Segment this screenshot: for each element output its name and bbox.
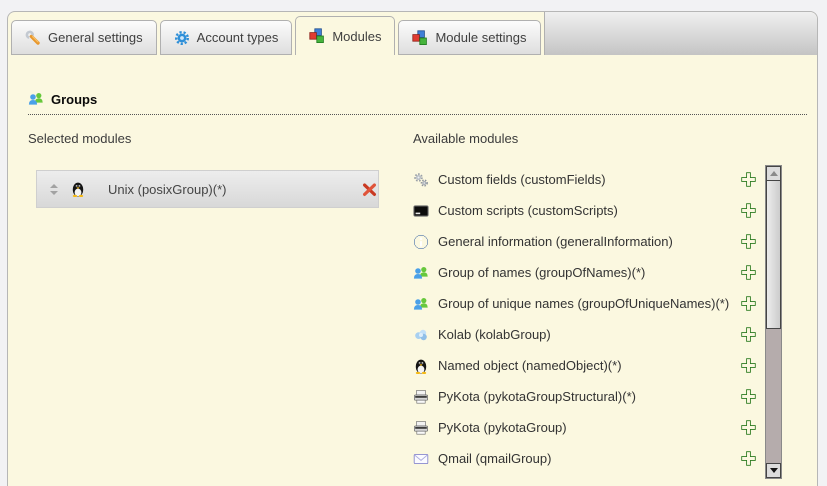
available-module-row: Custom scripts (customScripts): [413, 195, 757, 226]
add-module-button[interactable]: [740, 326, 757, 343]
add-module-button[interactable]: [740, 357, 757, 374]
scrollbar-thumb[interactable]: [766, 181, 781, 329]
tab-strip-filler: [544, 12, 817, 55]
available-module-row: Group of names (groupOfNames)(*): [413, 257, 757, 288]
drag-handle-icon[interactable]: [49, 184, 58, 195]
add-module-button[interactable]: [740, 295, 757, 312]
plus-icon: [740, 326, 757, 343]
available-module-row: General information (generalInformation): [413, 226, 757, 257]
available-module-row: Named object (namedObject)(*): [413, 350, 757, 381]
delete-x-icon: [361, 181, 378, 198]
add-module-button[interactable]: [740, 450, 757, 467]
down-arrow-icon: [770, 468, 778, 473]
tux-icon: [70, 181, 86, 197]
printer-icon: [413, 389, 429, 405]
tab-label: Modules: [332, 29, 381, 44]
terminal-icon: [413, 203, 429, 219]
tab-label: General settings: [48, 30, 143, 45]
selected-modules-column: Selected modules Unix (posixGroup)(*): [28, 131, 413, 474]
scroll-up-button[interactable]: [766, 166, 781, 181]
available-modules-scrollbar[interactable]: [765, 165, 782, 479]
mail-icon: [413, 451, 429, 467]
add-module-button[interactable]: [740, 171, 757, 188]
gear-icon: [174, 30, 190, 46]
tab-module-settings[interactable]: Module settings: [398, 20, 540, 55]
scrollbar-track[interactable]: [766, 329, 781, 463]
plus-icon: [740, 264, 757, 281]
available-module-row: Group of unique names (groupOfUniqueName…: [413, 288, 757, 319]
printer-icon: [413, 420, 429, 436]
available-module-label: PyKota (pykotaGroup): [438, 420, 567, 436]
available-module-row: PyKota (pykotaGroup): [413, 412, 757, 443]
section-title: Groups: [51, 92, 97, 107]
available-module-label: Qmail (qmailGroup): [438, 451, 551, 467]
available-modules-heading: Available modules: [413, 131, 817, 146]
available-module-label: Group of names (groupOfNames)(*): [438, 265, 645, 281]
available-module-row: Qmail (qmailGroup): [413, 443, 757, 474]
scroll-down-button[interactable]: [766, 463, 781, 478]
plus-icon: [740, 202, 757, 219]
add-module-button[interactable]: [740, 264, 757, 281]
selected-module-label: Unix (posixGroup)(*): [108, 182, 226, 197]
available-module-label: General information (generalInformation): [438, 234, 673, 250]
plus-icon: [740, 171, 757, 188]
tab-label: Account types: [197, 30, 279, 45]
kolab-icon: [413, 327, 429, 343]
up-arrow-icon: [770, 171, 778, 176]
wrench-icon: [25, 30, 41, 46]
plus-icon: [740, 357, 757, 374]
plus-icon: [740, 295, 757, 312]
modules-icon: [309, 28, 325, 44]
available-modules-column: Available modules Custom fields (customF…: [413, 131, 817, 474]
tab-bar: General settings Account types Modules M…: [8, 12, 817, 55]
available-modules-list: Custom fields (customFields) Custom scri…: [413, 164, 817, 474]
available-module-label: Kolab (kolabGroup): [438, 327, 551, 343]
add-module-button[interactable]: [740, 202, 757, 219]
add-module-button[interactable]: [740, 419, 757, 436]
plus-icon: [740, 388, 757, 405]
tab-general-settings[interactable]: General settings: [11, 20, 157, 55]
section-header-groups: Groups: [28, 91, 807, 115]
available-module-label: Group of unique names (groupOfUniqueName…: [438, 296, 729, 312]
people-icon: [413, 296, 429, 312]
gears-icon: [413, 172, 429, 188]
groups-icon: [28, 91, 44, 107]
plus-icon: [740, 419, 757, 436]
available-module-label: Custom fields (customFields): [438, 172, 606, 188]
info-icon: [413, 234, 429, 250]
settings-window: General settings Account types Modules M…: [7, 11, 818, 486]
add-module-button[interactable]: [740, 388, 757, 405]
people-icon: [413, 265, 429, 281]
available-module-row: PyKota (pykotaGroupStructural)(*): [413, 381, 757, 412]
tab-label: Module settings: [435, 30, 526, 45]
available-module-label: PyKota (pykotaGroupStructural)(*): [438, 389, 636, 405]
tux-icon: [413, 358, 429, 374]
add-module-button[interactable]: [740, 233, 757, 250]
available-module-label: Custom scripts (customScripts): [438, 203, 618, 219]
available-module-label: Named object (namedObject)(*): [438, 358, 622, 374]
tab-modules[interactable]: Modules: [295, 16, 395, 55]
plus-icon: [740, 450, 757, 467]
modules-tab-content: Groups Selected modules Unix (posixGroup…: [8, 55, 817, 474]
selected-module-row[interactable]: Unix (posixGroup)(*): [36, 170, 379, 208]
available-module-row: Custom fields (customFields): [413, 164, 757, 195]
module-columns: Selected modules Unix (posixGroup)(*) Av…: [28, 131, 817, 474]
selected-modules-heading: Selected modules: [28, 131, 413, 146]
available-module-row: Kolab (kolabGroup): [413, 319, 757, 350]
module-settings-icon: [412, 30, 428, 46]
remove-module-button[interactable]: [349, 181, 366, 198]
plus-icon: [740, 233, 757, 250]
tab-account-types[interactable]: Account types: [160, 20, 293, 55]
